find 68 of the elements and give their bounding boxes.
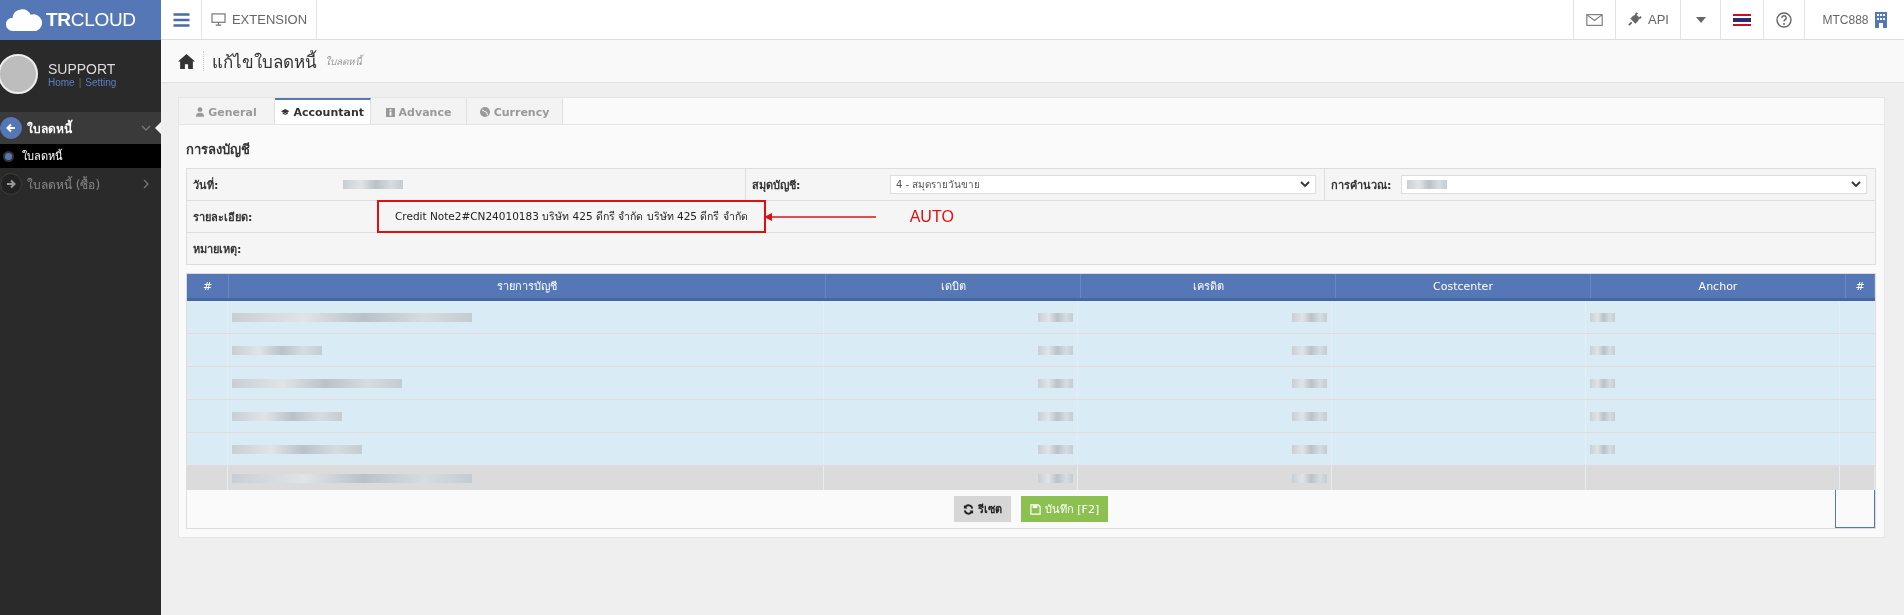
- setting-link[interactable]: Setting: [85, 76, 117, 88]
- column-header: Costcenter: [1336, 274, 1591, 298]
- field-label: หมายเหตุ:: [193, 241, 243, 258]
- plug-icon: [1627, 12, 1642, 27]
- blurred-value: [1292, 345, 1327, 355]
- blurred-value: [343, 180, 403, 189]
- graduation-cap-icon: [281, 107, 290, 117]
- blurred-value: [1590, 411, 1615, 421]
- blurred-value: [1292, 378, 1327, 388]
- chevron-down-icon: [1851, 181, 1861, 188]
- blurred-value: [1292, 444, 1327, 454]
- blurred-value: [1590, 312, 1615, 322]
- blurred-value: [1292, 312, 1327, 322]
- field-label: รายละเอียด:: [193, 209, 254, 226]
- column-header: เดบิต: [826, 274, 1081, 298]
- caret-icon: [1695, 16, 1706, 23]
- arrow-left-icon: [0, 117, 22, 139]
- user-icon: [196, 107, 205, 117]
- brand-logo[interactable]: TRCLOUD: [46, 9, 136, 31]
- field-label: การคำนวณ:: [1331, 177, 1393, 194]
- blurred-value: [1038, 378, 1073, 388]
- chevron-down-icon: [1300, 181, 1310, 188]
- menu-icon: [172, 12, 190, 27]
- column-header: #: [187, 274, 229, 298]
- blurred-value: [1407, 180, 1447, 189]
- blurred-value: [1038, 345, 1073, 355]
- column-header: #: [1846, 274, 1875, 298]
- info-icon: [385, 107, 395, 117]
- building-icon: [1874, 11, 1887, 28]
- link-separator: |: [78, 76, 82, 88]
- page-title: แก้ไขใบลดหนี้: [212, 49, 317, 74]
- envelope-icon: [1586, 13, 1603, 26]
- globe-icon: [479, 107, 490, 117]
- active-pointer-icon: [155, 122, 161, 134]
- sidebar-item[interactable]: ใบลดหนี้ (ซื้อ): [0, 168, 161, 200]
- refresh-icon: [962, 503, 974, 515]
- sidebar-subitem[interactable]: ใบลดหนี้: [0, 144, 161, 168]
- blurred-value: [1038, 444, 1073, 454]
- journal-select[interactable]: 4 - สมุดรายวันขาย: [890, 175, 1316, 194]
- blurred-value: [1292, 411, 1327, 421]
- blurred-value: [1038, 473, 1073, 483]
- home-link[interactable]: Home: [48, 76, 75, 88]
- blurred-value: [1590, 378, 1615, 388]
- blurred-value: [1038, 312, 1073, 322]
- help-icon: [1776, 11, 1792, 28]
- field-label: วันที่:: [193, 176, 220, 194]
- blurred-value: [1590, 444, 1615, 454]
- annotation-label: AUTO: [909, 207, 954, 226]
- blurred-value: [1292, 473, 1327, 483]
- user-name: SUPPORT: [48, 60, 117, 77]
- cloud-logo-icon: [5, 8, 43, 32]
- section-title: การลงบัญชี: [186, 141, 251, 160]
- flag-icon: [1733, 13, 1751, 26]
- blurred-value: [1590, 345, 1615, 355]
- field-label: สมุดบัญชี:: [752, 177, 802, 194]
- floppy-icon: [1029, 503, 1041, 515]
- sidebar-item[interactable]: ใบลดหนี้: [0, 112, 161, 144]
- column-header: Anchor: [1591, 274, 1846, 298]
- detail-value: Credit Note2#CN24010183 บริษัท 425 ดีกรี จำกัด บริษัท 425 ดีกรี จำกัด: [377, 200, 766, 233]
- blurred-value: [1038, 411, 1073, 421]
- column-header: เครดิต: [1081, 274, 1336, 298]
- page-subtitle: ใบลดหนี้: [325, 53, 362, 69]
- column-header: รายการบัญชี: [229, 274, 826, 298]
- home-icon[interactable]: [178, 53, 195, 69]
- reset-button[interactable]: รีเซต: [953, 496, 1011, 522]
- avatar: [0, 54, 38, 94]
- tab[interactable]: Accountant: [275, 98, 371, 124]
- monitor-icon: [210, 13, 226, 26]
